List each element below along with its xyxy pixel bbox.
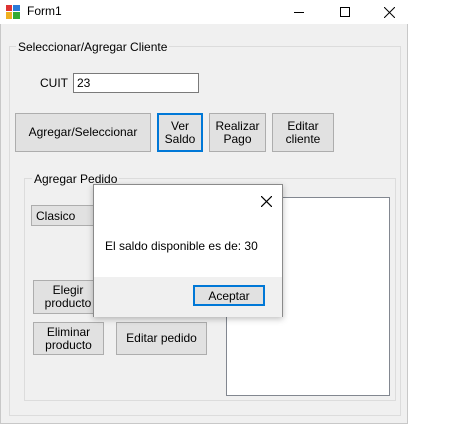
editar-pedido-label: Editar pedido bbox=[126, 331, 197, 345]
realizar-pago-label-line2: Pago bbox=[223, 131, 252, 146]
eliminar-producto-label-line1: Eliminar bbox=[46, 324, 91, 339]
editar-pedido-button[interactable]: Editar pedido bbox=[116, 322, 207, 355]
ver-saldo-label-line1: Ver bbox=[170, 118, 189, 133]
ver-saldo-label-line2: Saldo bbox=[164, 131, 196, 146]
minimize-icon bbox=[294, 12, 304, 13]
app-icon bbox=[6, 5, 20, 19]
elegir-producto-label-line2: producto bbox=[44, 296, 92, 310]
minimize-button[interactable] bbox=[276, 0, 322, 24]
ver-saldo-button[interactable]: Ver Saldo bbox=[157, 113, 203, 152]
agregar-seleccionar-button[interactable]: Agregar/Seleccionar bbox=[15, 113, 151, 152]
title-bar: Form1 bbox=[0, 0, 408, 24]
message-box-footer: Aceptar bbox=[94, 277, 282, 317]
close-button[interactable] bbox=[366, 0, 412, 24]
message-box-close-button[interactable] bbox=[255, 191, 277, 211]
agregar-seleccionar-label: Agregar/Seleccionar bbox=[28, 125, 138, 139]
window-title: Form1 bbox=[27, 4, 62, 18]
maximize-button[interactable] bbox=[322, 0, 368, 24]
editar-cliente-label-line1: Editar bbox=[287, 118, 319, 133]
close-icon bbox=[383, 6, 395, 18]
cuit-input[interactable]: 23 bbox=[73, 73, 199, 93]
message-box: El saldo disponible es de: 30 Aceptar bbox=[93, 184, 283, 317]
editar-cliente-label-line2: cliente bbox=[285, 131, 321, 146]
maximize-icon bbox=[340, 7, 350, 17]
realizar-pago-button[interactable]: Realizar Pago bbox=[209, 113, 266, 152]
aceptar-button[interactable]: Aceptar bbox=[193, 285, 265, 306]
cliente-group-label: Seleccionar/Agregar Cliente bbox=[16, 40, 170, 54]
realizar-pago-label-line1: Realizar bbox=[215, 118, 260, 133]
message-text: El saldo disponible es de: 30 bbox=[105, 239, 258, 253]
close-icon bbox=[260, 195, 272, 207]
eliminar-producto-button[interactable]: Eliminar producto bbox=[33, 322, 104, 355]
eliminar-producto-label-line2: producto bbox=[45, 337, 92, 352]
editar-cliente-button[interactable]: Editar cliente bbox=[272, 113, 334, 152]
aceptar-label: Aceptar bbox=[208, 288, 250, 303]
cuit-label: CUIT bbox=[40, 76, 68, 90]
